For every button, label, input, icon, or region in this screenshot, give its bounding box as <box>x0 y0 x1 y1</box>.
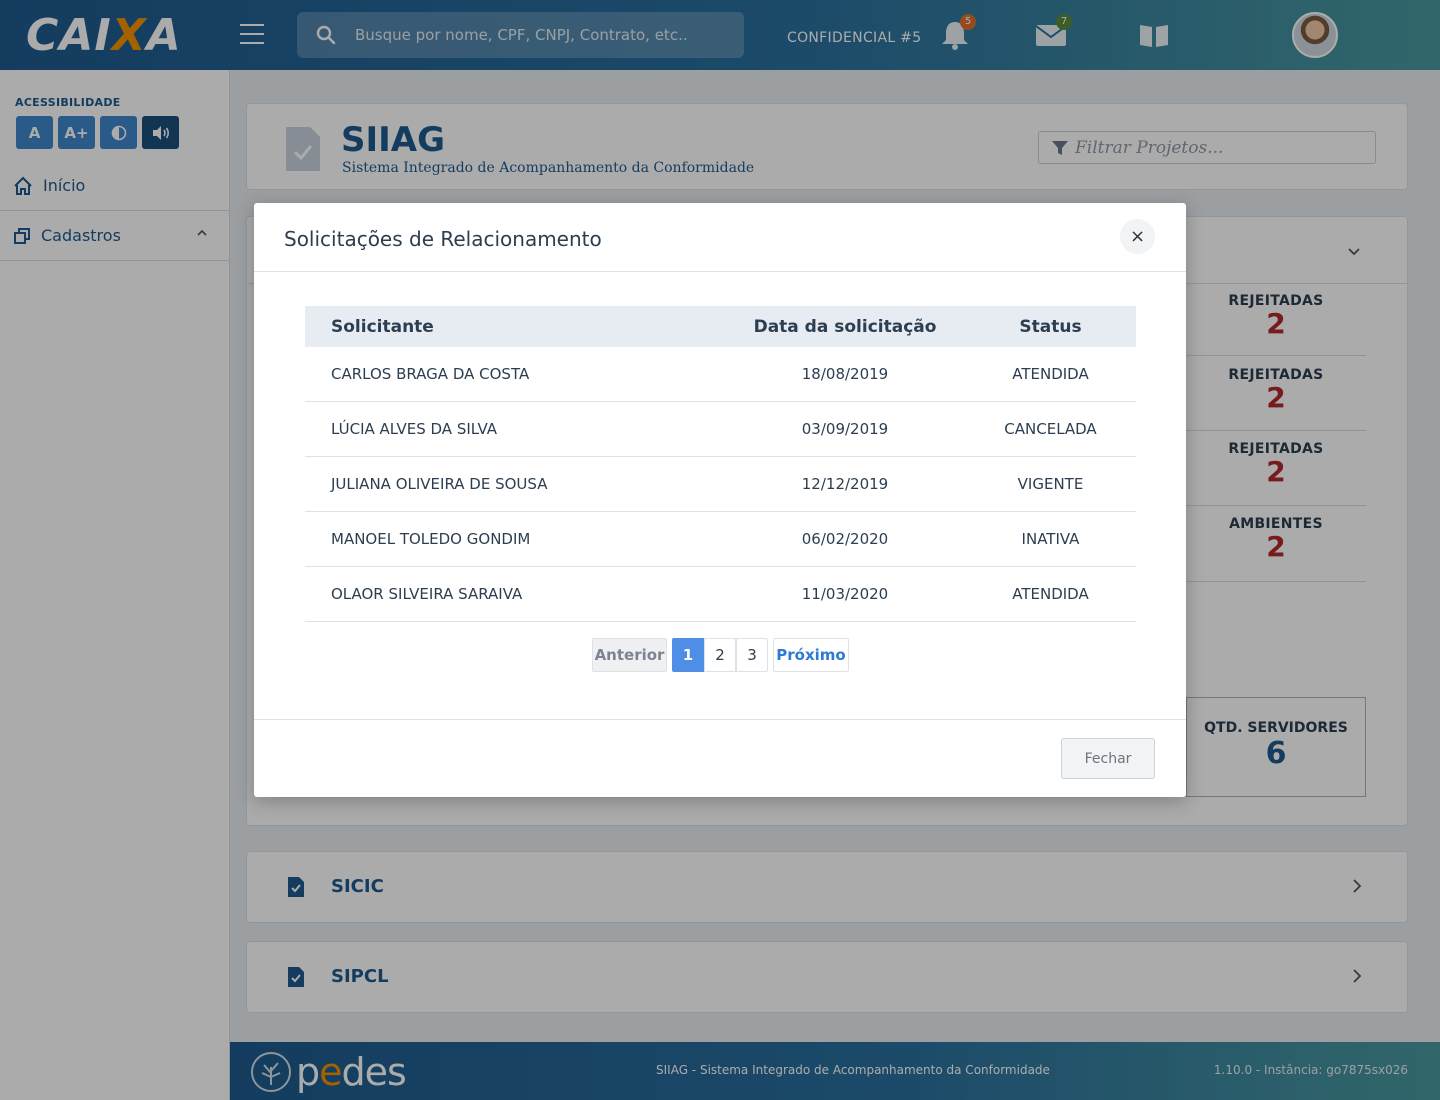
cell-status: CANCELADA <box>1004 420 1097 438</box>
close-button[interactable]: Fechar <box>1061 738 1155 779</box>
cell-data: 11/03/2020 <box>801 585 889 603</box>
pagination-page-button[interactable]: 2 <box>704 638 736 672</box>
close-icon[interactable]: × <box>1120 219 1155 254</box>
cell-solicitante: OLAOR SILVEIRA SARAIVA <box>331 585 523 603</box>
table-row[interactable]: JULIANA OLIVEIRA DE SOUSA 12/12/2019 VIG… <box>305 457 1136 512</box>
requests-modal: Solicitações de Relacionamento × Solicit… <box>254 203 1186 797</box>
column-header-status: Status <box>1019 316 1082 337</box>
table-header: Solicitante Data da solicitação Status <box>305 306 1136 347</box>
column-header-data: Data da solicitação <box>753 316 937 337</box>
cell-solicitante: LÚCIA ALVES DA SILVA <box>331 420 498 438</box>
cell-solicitante: JULIANA OLIVEIRA DE SOUSA <box>331 475 548 493</box>
modal-title: Solicitações de Relacionamento <box>284 227 602 251</box>
cell-data: 03/09/2019 <box>801 420 889 438</box>
cell-status: VIGENTE <box>1017 475 1084 493</box>
pagination: Anterior 1 2 3 Próximo <box>592 638 849 672</box>
modal-header: Solicitações de Relacionamento × <box>254 203 1186 272</box>
cell-solicitante: CARLOS BRAGA DA COSTA <box>331 365 530 383</box>
cell-data: 12/12/2019 <box>801 475 889 493</box>
pagination-next-button[interactable]: Próximo <box>773 638 849 672</box>
pagination-previous-button[interactable]: Anterior <box>592 638 667 672</box>
cell-data: 18/08/2019 <box>801 365 889 383</box>
pagination-page-button[interactable]: 1 <box>672 638 704 672</box>
table-row[interactable]: LÚCIA ALVES DA SILVA 03/09/2019 CANCELAD… <box>305 402 1136 457</box>
pagination-page-button[interactable]: 3 <box>736 638 768 672</box>
cell-data: 06/02/2020 <box>801 530 889 548</box>
cell-status: ATENDIDA <box>1012 365 1089 383</box>
table-row[interactable]: OLAOR SILVEIRA SARAIVA 11/03/2020 ATENDI… <box>305 567 1136 622</box>
cell-status: INATIVA <box>1021 530 1080 548</box>
column-header-solicitante: Solicitante <box>331 316 434 337</box>
cell-status: ATENDIDA <box>1012 585 1089 603</box>
modal-footer: Fechar <box>254 719 1186 797</box>
requests-table: Solicitante Data da solicitação Status C… <box>305 306 1136 622</box>
table-row[interactable]: MANOEL TOLEDO GONDIM 06/02/2020 INATIVA <box>305 512 1136 567</box>
table-row[interactable]: CARLOS BRAGA DA COSTA 18/08/2019 ATENDID… <box>305 347 1136 402</box>
cell-solicitante: MANOEL TOLEDO GONDIM <box>331 530 531 548</box>
